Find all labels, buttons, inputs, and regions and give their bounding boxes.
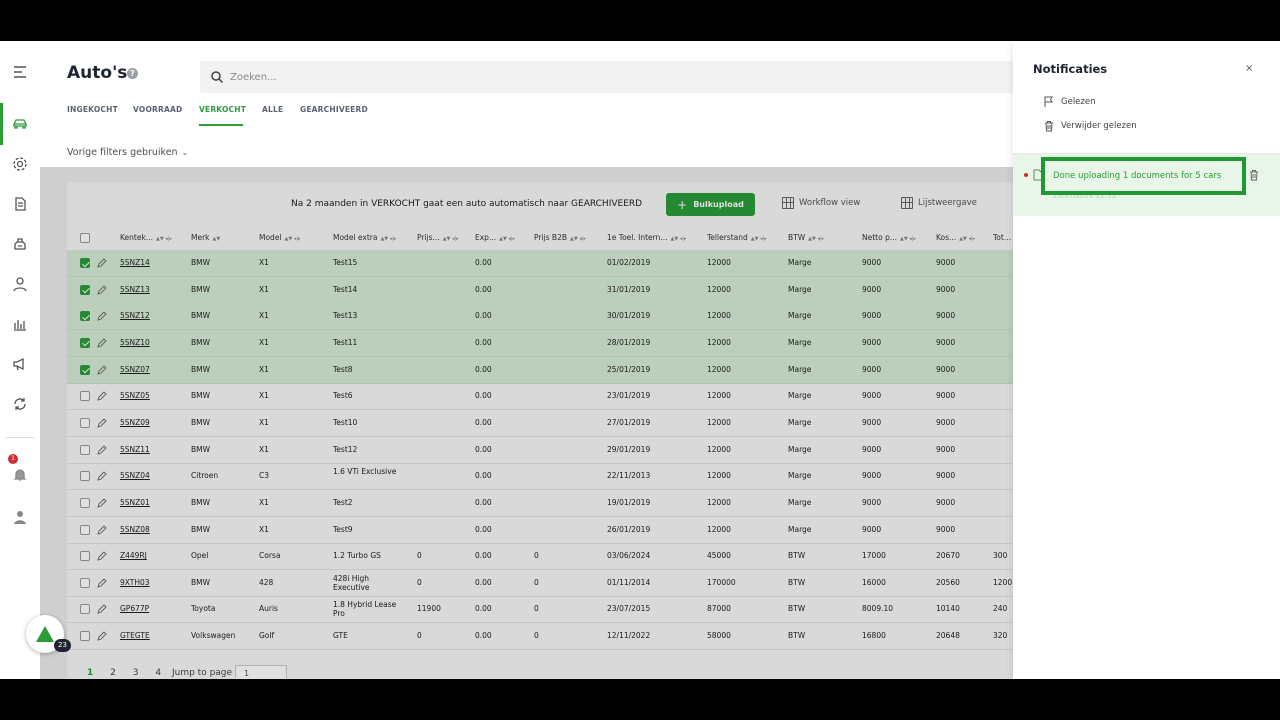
gear-icon[interactable]	[10, 154, 30, 174]
page-title: Auto's	[67, 63, 128, 83]
close-icon[interactable]: ×	[1245, 63, 1253, 74]
sync-icon[interactable]	[10, 394, 30, 414]
notification-count-badge: 1	[8, 454, 18, 464]
menu-icon[interactable]	[10, 62, 30, 82]
active-tab-indicator	[199, 124, 243, 126]
bell-icon[interactable]	[10, 465, 30, 485]
previous-filters-dropdown[interactable]: Vorige filters gebruiken ⌄	[67, 147, 188, 158]
notifications-panel: Notificaties × Gelezen Verwijder gelezen…	[1013, 41, 1280, 679]
tab-voorraad[interactable]: VOORRAAD	[133, 105, 182, 114]
tab-verkocht[interactable]: VERKOCHT	[199, 105, 246, 114]
trash-icon	[1045, 121, 1053, 132]
notification-item[interactable]: 29/07/2024 11:55 Done uploading 1 docume…	[1013, 154, 1280, 216]
search-input[interactable]	[230, 61, 930, 93]
flag-icon	[1044, 96, 1053, 107]
tab-ingekocht[interactable]: INGEKOCHT	[67, 105, 118, 114]
fab-badge: 23	[54, 639, 71, 652]
bar-chart-icon[interactable]	[10, 314, 30, 334]
mark-read-label: Gelezen	[1061, 97, 1096, 107]
nav-divider	[6, 437, 34, 438]
help-icon[interactable]: ?	[127, 68, 138, 79]
mark-read-button[interactable]: Gelezen	[1043, 96, 1096, 108]
previous-filters-label: Vorige filters gebruiken	[67, 147, 178, 158]
account-icon[interactable]	[10, 507, 30, 527]
delete-read-button[interactable]: Verwijder gelezen	[1043, 120, 1137, 132]
main-content: Auto's ? INGEKOCHT VOORRAAD VERKOCHT ALL…	[40, 41, 1013, 679]
tab-alle[interactable]: ALLE	[262, 105, 283, 114]
page-header: Auto's ? INGEKOCHT VOORRAAD VERKOCHT ALL…	[40, 41, 1013, 167]
left-navigation: 1	[0, 41, 40, 679]
tab-gearchiveerd[interactable]: GEARCHIVEERD	[300, 105, 368, 114]
triangle-logo-icon	[36, 626, 54, 642]
app-window: 1 Auto's ? INGEKOCHT VOORRAAD VERKOCHT A…	[0, 41, 1280, 679]
unread-dot	[1024, 173, 1028, 177]
document-icon[interactable]	[10, 194, 30, 214]
notification-message[interactable]: Done uploading 1 documents for 5 cars	[1041, 157, 1246, 195]
chevron-down-icon: ⌄	[181, 148, 189, 157]
delete-notification-icon[interactable]	[1249, 169, 1259, 181]
user-icon[interactable]	[10, 274, 30, 294]
nav-active-indicator	[0, 103, 3, 145]
notifications-title: Notificaties	[1033, 62, 1108, 76]
delete-read-label: Verwijder gelezen	[1061, 121, 1137, 131]
search-icon	[211, 71, 224, 84]
megaphone-icon[interactable]	[10, 354, 30, 374]
car-icon[interactable]	[10, 114, 30, 134]
search-bar[interactable]	[200, 61, 1013, 93]
wash-icon[interactable]	[10, 234, 30, 254]
panel-overlay[interactable]	[40, 167, 1013, 679]
